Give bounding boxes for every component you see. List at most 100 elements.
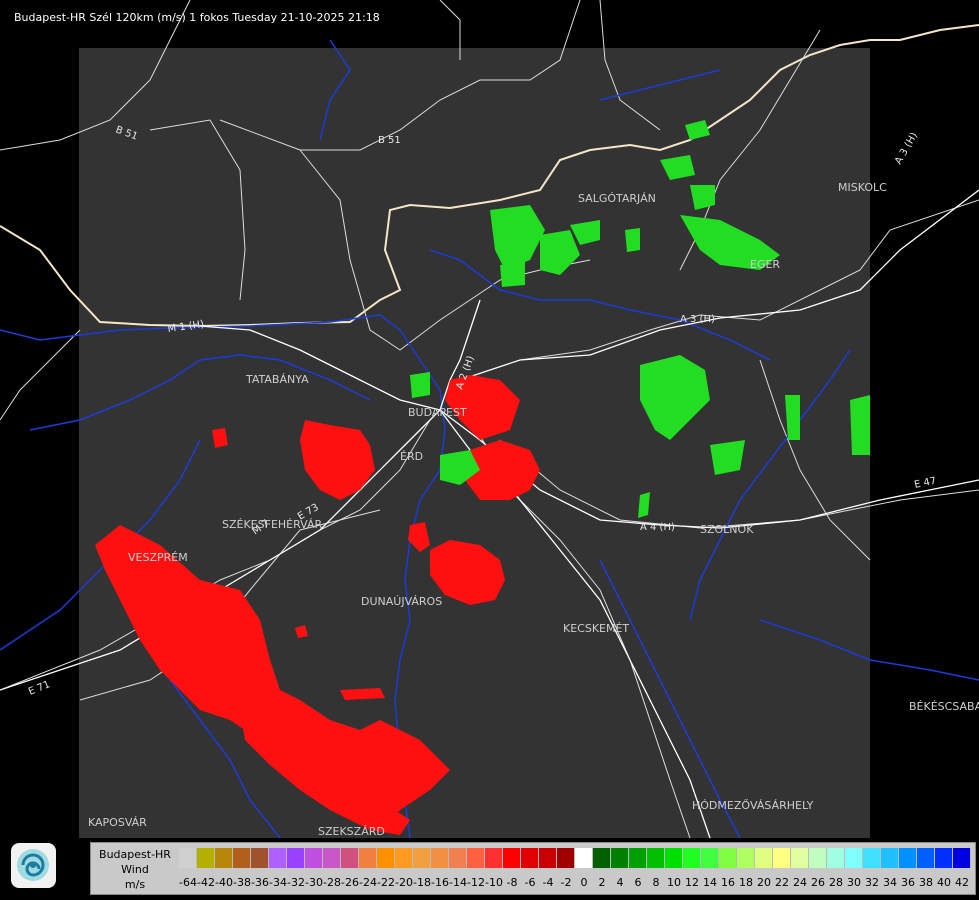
legend-tick-label: 0 [580, 876, 588, 889]
legend-swatch [269, 848, 287, 868]
legend-swatch [845, 848, 863, 868]
city-label: SZOLNOK [700, 523, 754, 536]
legend-tick-label: -26 [341, 876, 359, 889]
legend-swatch [359, 848, 377, 868]
legend-tick-label: 4 [616, 876, 624, 889]
legend-swatch [575, 848, 593, 868]
legend-tick-label: -36 [251, 876, 269, 889]
legend-swatch [395, 848, 413, 868]
legend-ticks: -64 -42 -40 -38 -36 -34 -32 -30 -28 -26 -24 -22 -20-… [179, 876, 979, 892]
legend-swatch [233, 848, 251, 868]
city-label: TATABÁNYA [245, 373, 309, 386]
legend-swatch [521, 848, 539, 868]
weather-service-logo-icon [17, 849, 49, 881]
city-label: DUNAÚJVÁROS [361, 595, 442, 608]
legend-swatch [467, 848, 485, 868]
legend-swatch [755, 848, 773, 868]
legend-tick-label: -8 [506, 876, 518, 889]
city-label: EGER [750, 258, 780, 271]
legend-radar-name: Budapest-HR [99, 848, 171, 861]
city-label: MISKOLC [838, 181, 887, 194]
legend-tick-label: -38 [233, 876, 251, 889]
legend-tick-label: 32 [865, 876, 879, 889]
legend-tick-label: -12 [467, 876, 485, 889]
legend-tick-label: -30 [305, 876, 323, 889]
radar-map: SALGÓTARJÁN EGER MISKOLC TATABÁNYA BUDAP… [0, 0, 979, 839]
legend-tick-label: -10 [485, 876, 503, 889]
legend-tick-label: 18 [739, 876, 753, 889]
legend-tick-label: -18 [413, 876, 431, 889]
legend-swatch [485, 848, 503, 868]
legend-tick-label: -24 [359, 876, 377, 889]
legend-swatch [827, 848, 845, 868]
legend-tick-label: -6 [524, 876, 536, 889]
legend-swatch [629, 848, 647, 868]
legend-swatch [449, 848, 467, 868]
legend-swatch [647, 848, 665, 868]
city-label: BUDAPEST [408, 406, 467, 419]
city-label: VESZPRÉM [128, 551, 188, 564]
legend-tick-label: 2 [598, 876, 606, 889]
legend-swatch [665, 848, 683, 868]
legend-tick-label: -40 [215, 876, 233, 889]
legend-swatch [737, 848, 755, 868]
legend-swatch [341, 848, 359, 868]
road-label: A 3 (H) [893, 131, 920, 167]
legend-tick-label: 12 [685, 876, 699, 889]
legend-swatch [899, 848, 917, 868]
legend-swatch [935, 848, 953, 868]
legend-tick-label: 30 [847, 876, 861, 889]
legend-tick-label: -2 [560, 876, 572, 889]
legend-swatch [953, 848, 971, 868]
city-label: SZÉKESFEHÉRVÁR [222, 518, 323, 531]
legend-swatch [215, 848, 233, 868]
legend-swatch [557, 848, 575, 868]
legend-tick-label: -42 [197, 876, 215, 889]
legend-tick-label: 20 [757, 876, 771, 889]
legend-swatch [863, 848, 881, 868]
legend-tick-label: -20 [395, 876, 413, 889]
map-title: Budapest-HR Szél 120km (m/s) 1 fokos Tue… [14, 11, 380, 24]
legend-swatch [503, 848, 521, 868]
legend-swatch [719, 848, 737, 868]
legend-tick-label: 28 [829, 876, 843, 889]
legend-tick-label: 14 [703, 876, 717, 889]
legend-tick-label: -28 [323, 876, 341, 889]
legend-unit: m/s [124, 878, 146, 891]
road-label: B 51 [378, 135, 401, 146]
road-label: A 4 (H) [640, 522, 675, 533]
legend-tick-label: -4 [542, 876, 554, 889]
legend-tick-label: -14 [449, 876, 467, 889]
legend-tick-label: -64 [179, 876, 197, 889]
legend-swatch [179, 848, 197, 868]
legend-quantity: Wind [121, 863, 149, 876]
legend-tick-label: -34 [269, 876, 287, 889]
legend-swatch [611, 848, 629, 868]
legend-swatch [539, 848, 557, 868]
legend-tick-label: -32 [287, 876, 305, 889]
legend-swatch [251, 848, 269, 868]
legend-swatch [809, 848, 827, 868]
legend-swatch [917, 848, 935, 868]
legend-swatch [377, 848, 395, 868]
legend-tick-label: 36 [901, 876, 915, 889]
legend-tick-label: 40 [937, 876, 951, 889]
road-label: E 71 [27, 679, 52, 698]
legend-tick-label: 16 [721, 876, 735, 889]
legend-tick-label: 26 [811, 876, 825, 889]
city-label: HÓDMEZŐVÁSÁRHELY [692, 798, 814, 812]
legend-swatch [413, 848, 431, 868]
legend-swatch [323, 848, 341, 868]
logo [11, 843, 56, 888]
legend-tick-label: 22 [775, 876, 789, 889]
legend-swatch [773, 848, 791, 868]
legend-swatch [287, 848, 305, 868]
legend-tick-label: 42 [955, 876, 969, 889]
legend-tick-label: 6 [634, 876, 642, 889]
city-label: SZEKSZÁRD [318, 825, 385, 838]
city-label: KAPOSVÁR [88, 816, 147, 829]
legend-tick-label: 8 [652, 876, 660, 889]
city-label: ÉRD [400, 450, 423, 463]
legend-tick-label: 10 [667, 876, 681, 889]
color-legend: Budapest-HR Wind m/s -64 -42 -40 -38 -36 -34-… [90, 842, 976, 895]
